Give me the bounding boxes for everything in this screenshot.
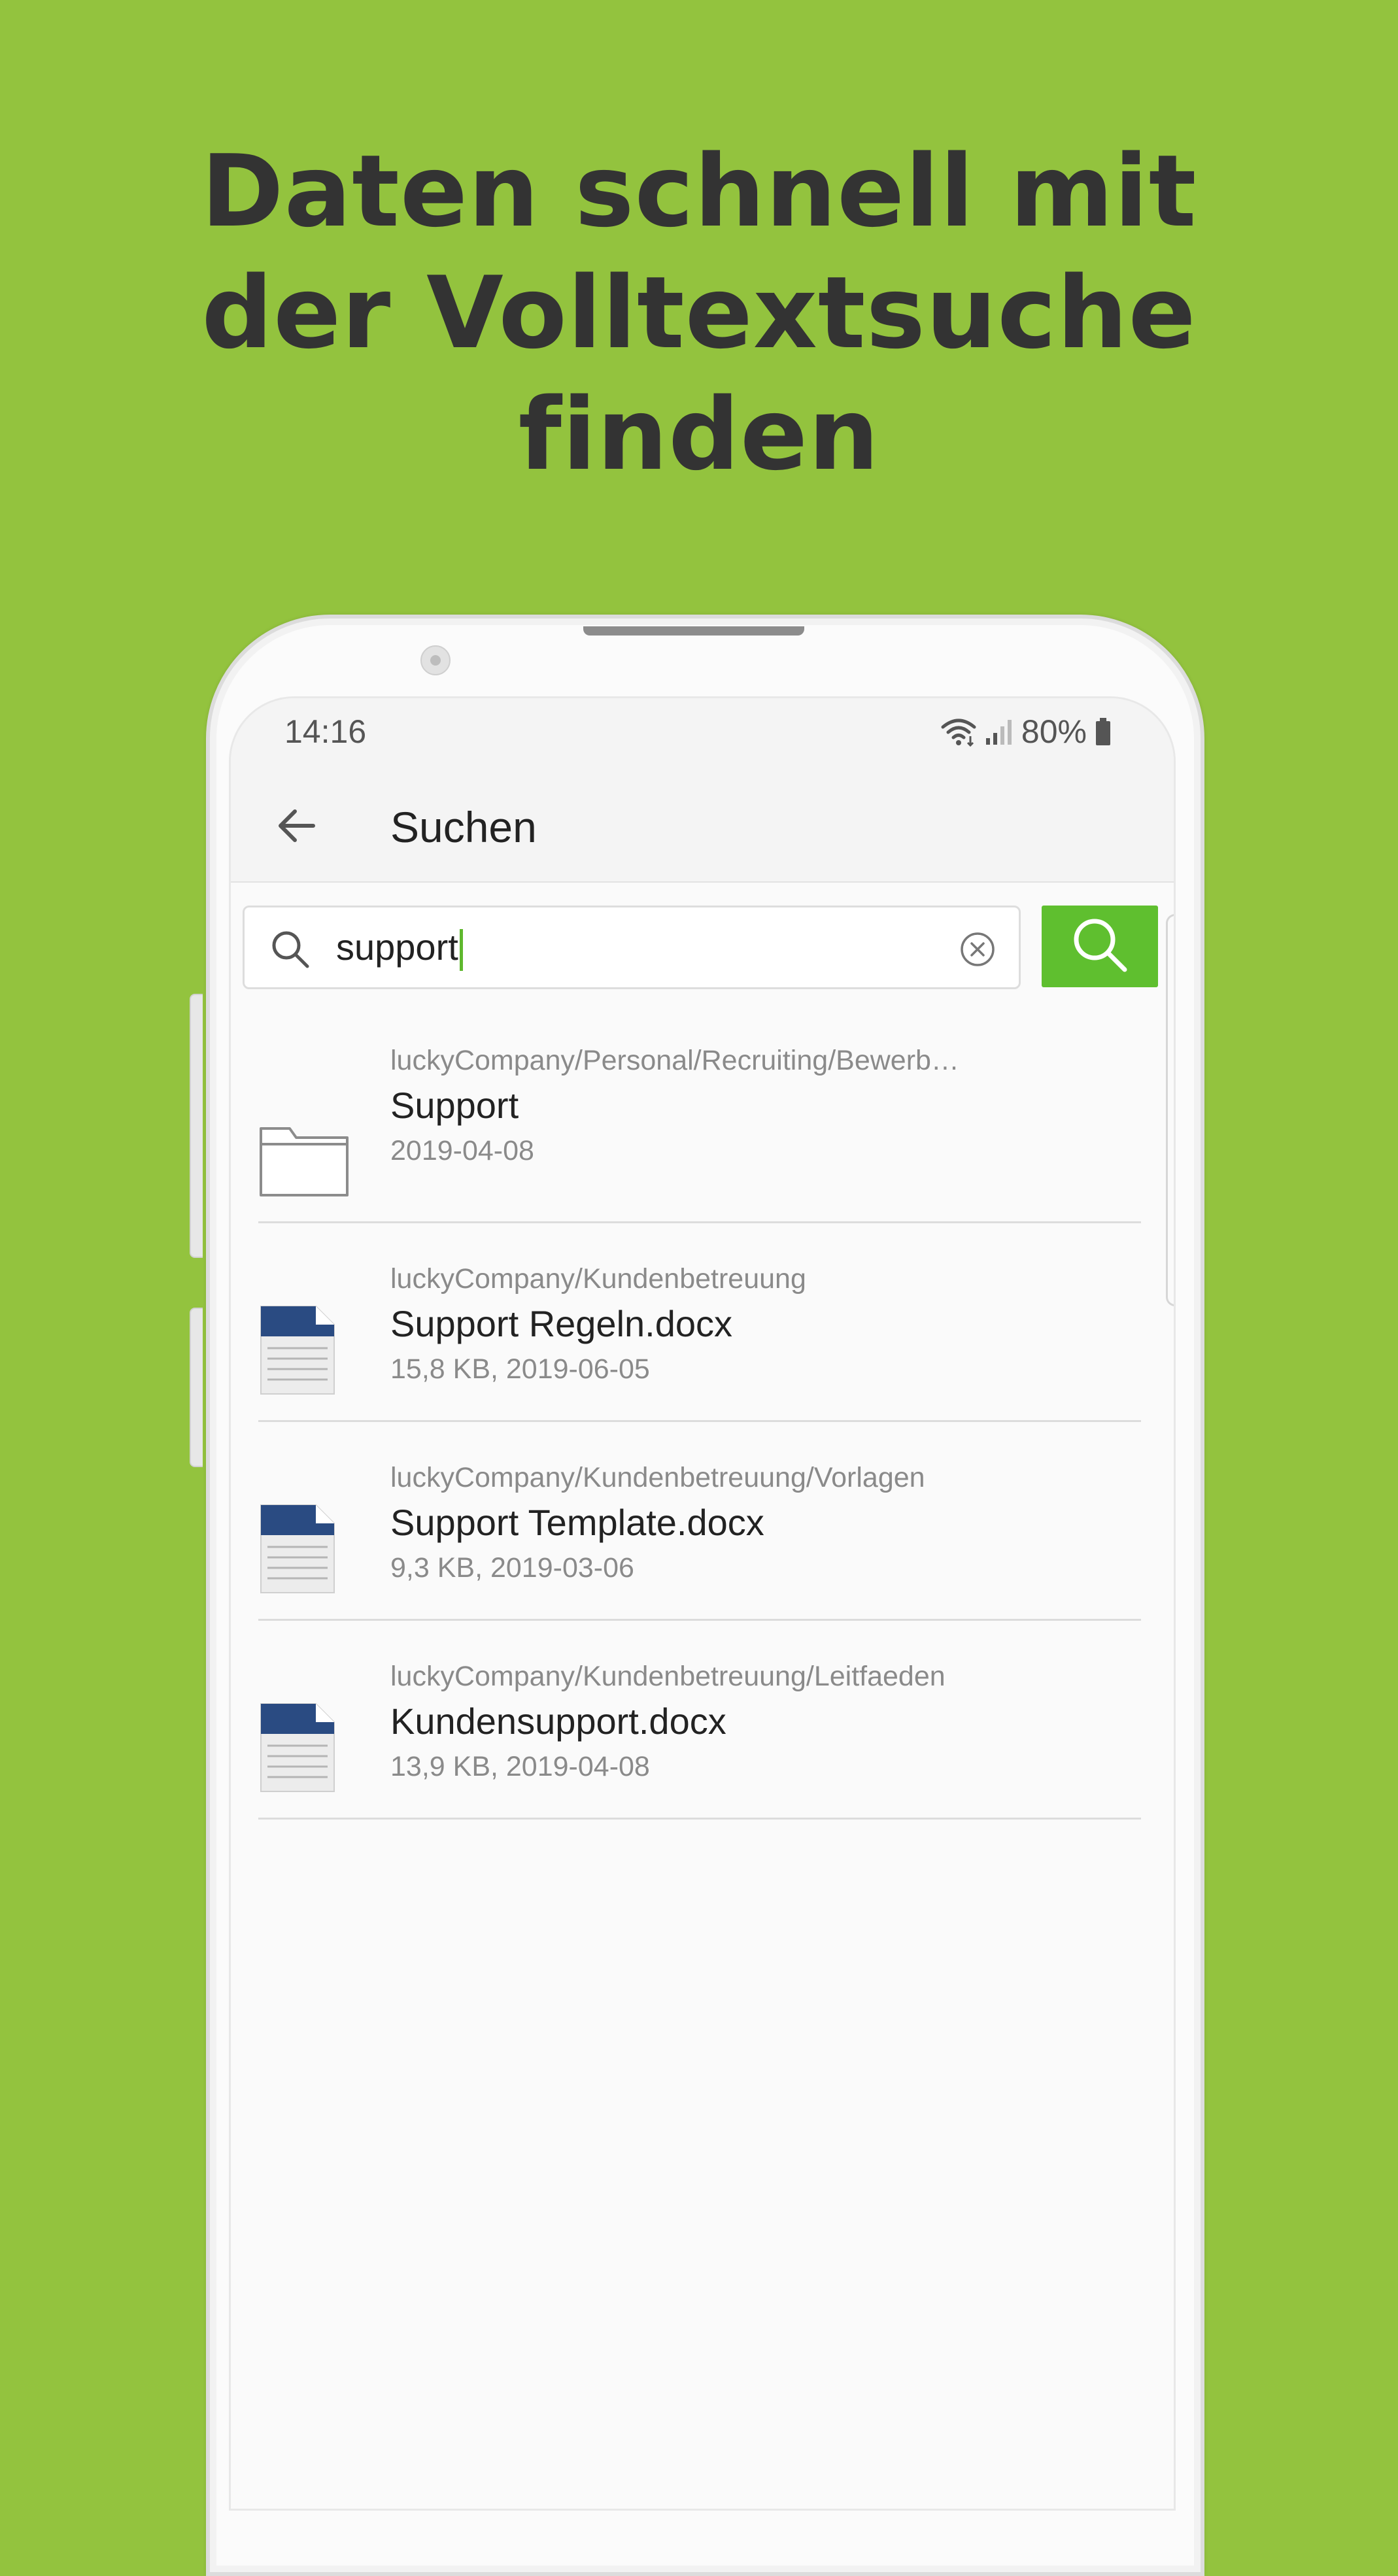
- result-path: luckyCompany/Personal/Recruiting/Bewerb…: [390, 1045, 959, 1076]
- result-path: luckyCompany/Kundenbetreuung: [390, 1263, 806, 1295]
- scroll-edge-panel: [1166, 914, 1174, 1306]
- phone-camera: [420, 645, 451, 675]
- back-button[interactable]: [267, 798, 326, 856]
- result-name: Support Template.docx: [390, 1502, 764, 1543]
- list-item[interactable]: luckyCompany/Kundenbetreuung/Vorlagen Su…: [258, 1424, 1141, 1627]
- list-item[interactable]: luckyCompany/Kundenbetreuung/Leitfaeden …: [258, 1623, 1141, 1825]
- headline-line-1: Daten schnell mit: [201, 133, 1197, 249]
- page-title: Suchen: [390, 803, 537, 851]
- docx-file-icon: [258, 1305, 337, 1398]
- clear-circle-icon[interactable]: [959, 931, 996, 968]
- phone-screen: 14:16 80% Suchen support luckyCompany/Pe…: [229, 696, 1176, 2511]
- result-path: luckyCompany/Kundenbetreuung/Leitfaeden: [390, 1661, 946, 1692]
- docx-file-icon: [258, 1504, 337, 1597]
- headline-line-3: finden: [518, 377, 880, 492]
- divider: [258, 1420, 1141, 1422]
- divider: [258, 1818, 1141, 1820]
- result-name: Kundensupport.docx: [390, 1701, 726, 1742]
- wifi-icon: [940, 717, 977, 747]
- divider: [258, 1221, 1141, 1223]
- result-meta: 9,3 KB, 2019-03-06: [390, 1552, 634, 1584]
- status-time: 14:16: [284, 713, 367, 750]
- phone-speaker: [583, 626, 804, 636]
- result-meta: 15,8 KB, 2019-06-05: [390, 1353, 650, 1385]
- result-name: Support Regeln.docx: [390, 1303, 733, 1344]
- divider: [258, 1619, 1141, 1621]
- list-item[interactable]: luckyCompany/Kundenbetreuung Support Reg…: [258, 1225, 1141, 1428]
- text-cursor: [459, 929, 463, 972]
- phone-side-button-lower: [190, 1308, 203, 1467]
- search-query-text: support: [336, 926, 458, 968]
- headline-line-2: der Volltextsuche: [201, 255, 1197, 371]
- result-name: Support: [390, 1085, 519, 1126]
- search-button[interactable]: [1042, 906, 1158, 987]
- result-path: luckyCompany/Kundenbetreuung/Vorlagen: [390, 1462, 925, 1493]
- promo-headline: Daten schnell mit der Volltextsuche find…: [0, 131, 1398, 496]
- docx-file-icon: [258, 1703, 337, 1796]
- status-bar: 14:16 80%: [231, 698, 1174, 771]
- signal-icon: [985, 717, 1014, 746]
- result-meta: 2019-04-08: [390, 1135, 534, 1166]
- battery-icon: [1095, 717, 1112, 747]
- search-input[interactable]: support: [243, 906, 1021, 989]
- arrow-left-icon: [275, 807, 317, 847]
- result-meta: 13,9 KB, 2019-04-08: [390, 1751, 650, 1782]
- folder-icon: [258, 1122, 350, 1201]
- status-icons: 80%: [940, 713, 1112, 751]
- app-bar: Suchen: [231, 771, 1174, 883]
- battery-percent: 80%: [1021, 713, 1087, 750]
- phone-side-button-upper: [190, 994, 203, 1258]
- search-input-value[interactable]: support: [336, 926, 463, 972]
- search-icon: [1070, 915, 1130, 978]
- search-icon: [269, 928, 311, 974]
